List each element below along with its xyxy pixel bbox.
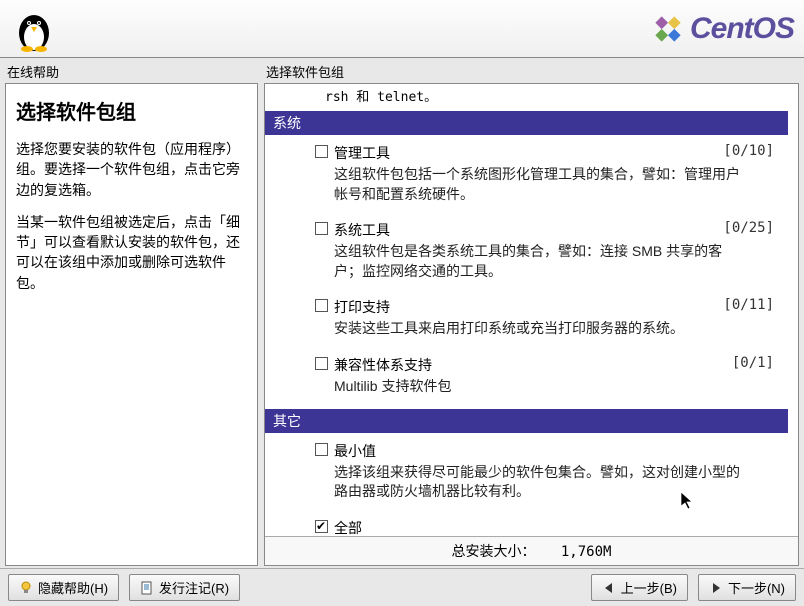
triangle-left-icon: [602, 581, 616, 595]
penguin-logo: [10, 5, 58, 53]
total-value: 1,760M: [561, 544, 612, 560]
section-bar-system: 系统: [265, 111, 788, 135]
lightbulb-icon: [19, 581, 33, 595]
top-hint: rsh 和 telnet。: [265, 84, 788, 111]
next-button[interactable]: 下一步(N): [698, 574, 796, 601]
group-label: 管理工具: [334, 143, 788, 163]
installer-header: CentOS: [0, 0, 804, 58]
group-compat-arch[interactable]: 兼容性体系支持 [0/1] Multilib 支持软件包: [265, 351, 788, 409]
package-box: rsh 和 telnet。 系统 管理工具 [0/10] 这组软件包包括一个系统…: [264, 83, 799, 566]
checkbox-system-tools[interactable]: [315, 222, 328, 235]
group-everything[interactable]: 全部 该组包括所有可用的软件包。注意，这里包括的软件包要比在这一页上包括的所有其…: [265, 514, 788, 536]
group-desc: 这组软件包包括一个系统图形化管理工具的集合，譬如：管理用户帐号和配置系统硬件。: [315, 163, 788, 208]
group-desc: 这组软件包是各类系统工具的集合，譬如：连接 SMB 共享的客户；监控网络交通的工…: [315, 240, 788, 285]
brand-text: CentOS: [690, 12, 794, 46]
help-panel-title: 在线帮助: [5, 62, 258, 81]
package-scroll[interactable]: rsh 和 telnet。 系统 管理工具 [0/10] 这组软件包包括一个系统…: [265, 84, 798, 536]
help-content: 选择软件包组 选择您要安装的软件包（应用程序）组。要选择一个软件包组，点击它旁边…: [5, 83, 258, 566]
hide-help-button[interactable]: 隐藏帮助(H): [8, 574, 119, 601]
group-minimal[interactable]: 最小值 选择该组来获得尽可能最少的软件包集合。譬如，这对创建小型的路由器或防火墙…: [265, 437, 788, 514]
group-count: [0/11]: [723, 297, 774, 313]
group-desc: 安装这些工具来启用打印系统或充当打印服务器的系统。: [315, 317, 788, 343]
centos-logo-icon: [650, 11, 686, 47]
button-label: 下一步(N): [728, 578, 785, 597]
package-panel: 选择软件包组 rsh 和 telnet。 系统 管理工具 [0/10] 这组软件…: [264, 62, 799, 566]
group-count: [0/10]: [723, 143, 774, 159]
group-count: [0/1]: [732, 355, 774, 371]
group-desc: 选择该组来获得尽可能最少的软件包集合。譬如，这对创建小型的路由器或防火墙机器比较…: [315, 461, 788, 506]
back-button[interactable]: 上一步(B): [591, 574, 688, 601]
checkbox-print-support[interactable]: [315, 299, 328, 312]
footer-bar: 隐藏帮助(H) 发行注记(R) 上一步(B) 下一步(N): [0, 568, 804, 606]
help-panel: 在线帮助 选择软件包组 选择您要安装的软件包（应用程序）组。要选择一个软件包组，…: [5, 62, 258, 566]
total-install-size: 总安装大小： 1,760M: [265, 536, 798, 565]
section-bar-other: 其它: [265, 409, 788, 433]
total-label: 总安装大小：: [452, 544, 536, 560]
group-admin-tools[interactable]: 管理工具 [0/10] 这组软件包包括一个系统图形化管理工具的集合，譬如：管理用…: [265, 139, 788, 216]
button-label: 隐藏帮助(H): [38, 578, 108, 597]
checkbox-admin-tools[interactable]: [315, 145, 328, 158]
package-panel-title: 选择软件包组: [264, 62, 799, 81]
help-paragraph-2: 当某一软件包组被选定后，点击「细节」可以查看默认安装的软件包，还可以在该组中添加…: [16, 212, 247, 293]
group-label: 打印支持: [334, 297, 788, 317]
group-label: 兼容性体系支持: [334, 355, 788, 375]
group-desc: Multilib 支持软件包: [315, 375, 788, 401]
centos-brand: CentOS: [650, 11, 794, 47]
group-print-support[interactable]: 打印支持 [0/11] 安装这些工具来启用打印系统或充当打印服务器的系统。: [265, 293, 788, 351]
button-label: 上一步(B): [621, 578, 677, 597]
group-system-tools[interactable]: 系统工具 [0/25] 这组软件包是各类系统工具的集合，譬如：连接 SMB 共享…: [265, 216, 788, 293]
checkbox-compat-arch[interactable]: [315, 357, 328, 370]
group-label: 最小值: [334, 441, 788, 461]
button-label: 发行注记(R): [159, 578, 229, 597]
checkbox-everything[interactable]: [315, 520, 328, 533]
release-notes-button[interactable]: 发行注记(R): [129, 574, 240, 601]
doc-icon: [140, 581, 154, 595]
group-label: 全部: [334, 518, 788, 536]
group-count: [0/25]: [723, 220, 774, 236]
group-label: 系统工具: [334, 220, 788, 240]
triangle-right-icon: [709, 581, 723, 595]
help-heading: 选择软件包组: [16, 96, 247, 125]
checkbox-minimal[interactable]: [315, 443, 328, 456]
main-area: 在线帮助 选择软件包组 选择您要安装的软件包（应用程序）组。要选择一个软件包组，…: [0, 58, 804, 568]
help-paragraph-1: 选择您要安装的软件包（应用程序）组。要选择一个软件包组，点击它旁边的复选箱。: [16, 139, 247, 200]
